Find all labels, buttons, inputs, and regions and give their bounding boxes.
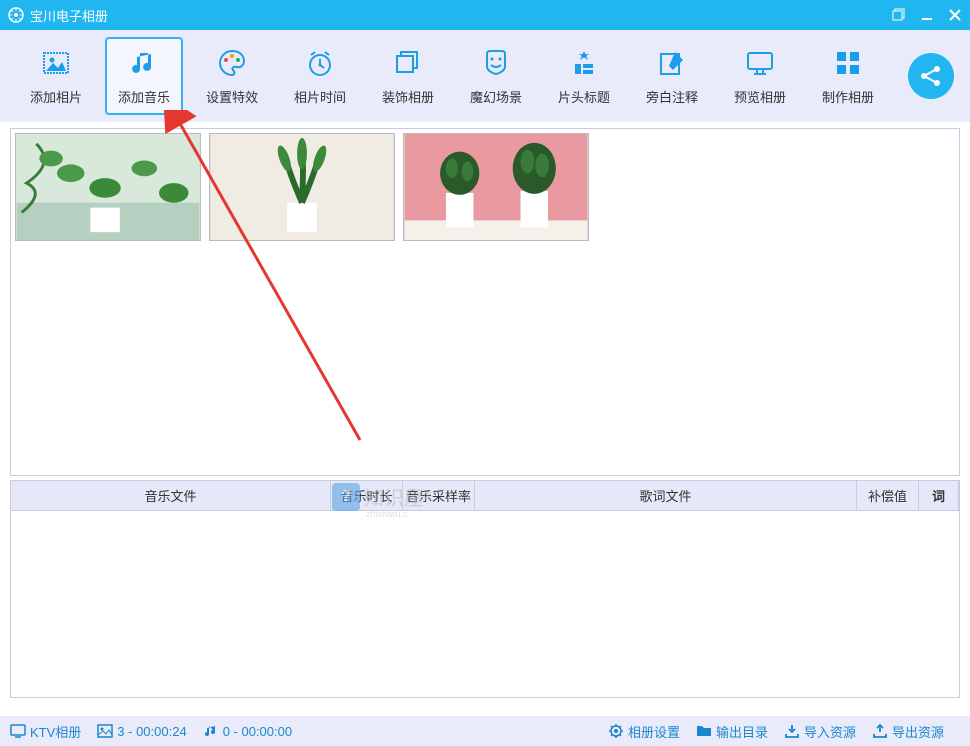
effects-button[interactable]: 设置特效 [193, 37, 271, 115]
restore-button[interactable] [892, 8, 906, 22]
main-toolbar: 添加相片 添加音乐 设置特效 相片时间 装饰相册 魔幻场景 片头标题 旁白注释 … [0, 30, 970, 122]
decorate-button[interactable]: 装饰相册 [369, 37, 447, 115]
monitor-small-icon [10, 723, 26, 739]
folder-icon [696, 723, 712, 739]
scene-icon [480, 47, 512, 79]
app-title: 宝川电子相册 [30, 6, 892, 25]
col-music-file[interactable]: 音乐文件 [11, 481, 331, 510]
share-icon [918, 63, 944, 89]
title-bar: 宝川电子相册 [0, 0, 970, 30]
add-music-button[interactable]: 添加音乐 [105, 37, 183, 115]
clock-icon [304, 47, 336, 79]
palette-icon [216, 47, 248, 79]
watermark: ? 知识屋® zhishiwu.c [332, 482, 431, 511]
preview-button[interactable]: 预览相册 [721, 37, 799, 115]
photo-time-button[interactable]: 相片时间 [281, 37, 359, 115]
music-small-icon [203, 723, 219, 739]
toolbar-label: 制作相册 [822, 87, 874, 106]
photo-thumbnail-area[interactable] [10, 128, 960, 476]
make-album-button[interactable]: 制作相册 [809, 37, 887, 115]
music-table-header: 音乐文件 音乐时长 音乐采样率 歌词文件 补偿值 词 [11, 481, 959, 511]
grid-icon [832, 47, 864, 79]
image-small-icon [97, 723, 113, 739]
toolbar-label: 装饰相册 [382, 87, 434, 106]
share-button[interactable] [908, 53, 954, 99]
import-icon [784, 723, 800, 739]
col-lyric-file[interactable]: 歌词文件 [475, 481, 857, 510]
col-lyrics-toggle[interactable]: 词 [919, 481, 959, 510]
toolbar-label: 片头标题 [558, 87, 610, 106]
music-count-status[interactable]: 0 - 00:00:00 [203, 723, 292, 739]
magic-scene-button[interactable]: 魔幻场景 [457, 37, 535, 115]
output-dir-button[interactable]: 输出目录 [696, 722, 768, 741]
add-photo-button[interactable]: 添加相片 [17, 37, 95, 115]
apps-icon [568, 47, 600, 79]
close-button[interactable] [948, 8, 962, 22]
narration-button[interactable]: 旁白注释 [633, 37, 711, 115]
photo-icon [40, 47, 72, 79]
album-settings-button[interactable]: 相册设置 [608, 722, 680, 741]
toolbar-label: 旁白注释 [646, 87, 698, 106]
decorate-icon [392, 47, 424, 79]
monitor-icon [744, 47, 776, 79]
music-table-body[interactable] [11, 511, 959, 697]
toolbar-label: 相片时间 [294, 87, 346, 106]
music-table: 音乐文件 音乐时长 音乐采样率 歌词文件 补偿值 词 [10, 480, 960, 698]
ktv-album-button[interactable]: KTV相册 [10, 722, 81, 741]
photo-thumbnail[interactable] [15, 133, 201, 241]
toolbar-label: 设置特效 [206, 87, 258, 106]
toolbar-label: 添加音乐 [118, 87, 170, 106]
toolbar-label: 预览相册 [734, 87, 786, 106]
photo-count-status[interactable]: 3 - 00:00:24 [97, 723, 186, 739]
export-icon [872, 723, 888, 739]
photo-thumbnail[interactable] [209, 133, 395, 241]
window-controls [892, 8, 962, 22]
col-compensation[interactable]: 补偿值 [857, 481, 919, 510]
app-icon [8, 7, 24, 23]
import-resource-button[interactable]: 导入资源 [784, 722, 856, 741]
title-button[interactable]: 片头标题 [545, 37, 623, 115]
music-icon [128, 47, 160, 79]
status-bar: KTV相册 3 - 00:00:24 0 - 00:00:00 相册设置 输出目… [0, 716, 970, 746]
minimize-button[interactable] [920, 8, 934, 22]
edit-icon [656, 47, 688, 79]
export-resource-button[interactable]: 导出资源 [872, 722, 944, 741]
gear-icon [608, 723, 624, 739]
toolbar-label: 魔幻场景 [470, 87, 522, 106]
toolbar-label: 添加相片 [30, 87, 82, 106]
photo-thumbnail[interactable] [403, 133, 589, 241]
